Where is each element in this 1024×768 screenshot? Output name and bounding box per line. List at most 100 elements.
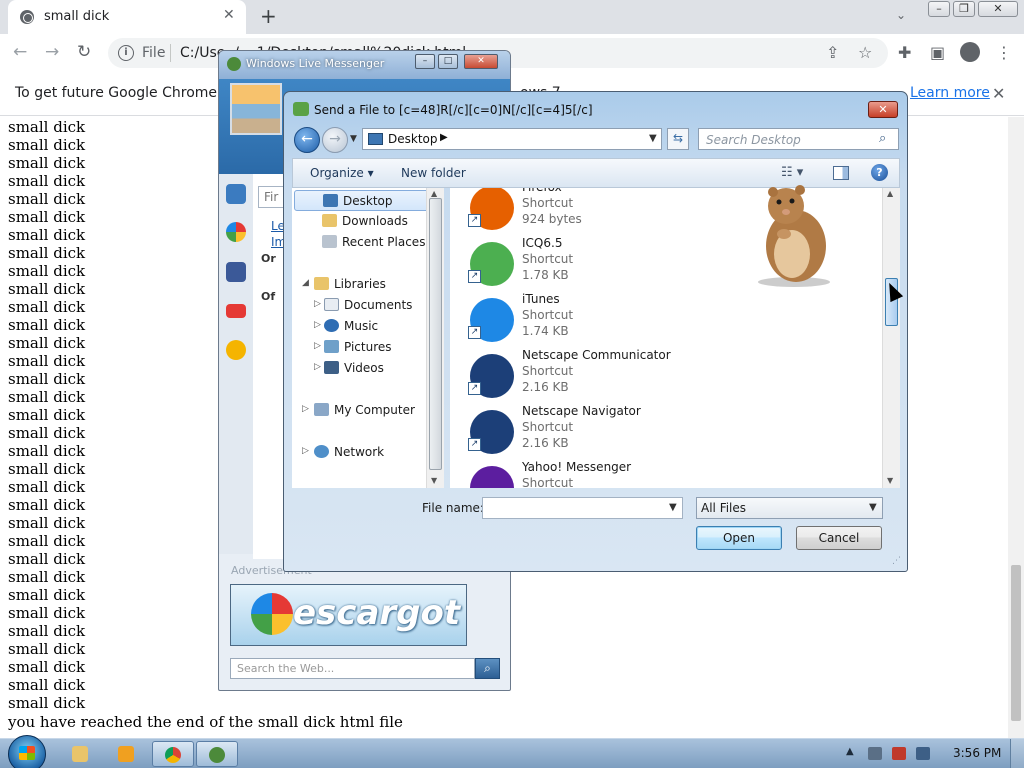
file-item[interactable]: ↗Yahoo! MessengerShortcut — [466, 460, 716, 488]
close-button[interactable]: ✕ — [464, 54, 498, 69]
scroll-down-arrow-icon[interactable]: ▼ — [887, 476, 893, 485]
nav-item-my-computer[interactable]: ▷ My Computer — [294, 400, 432, 421]
show-desktop-button[interactable] — [1010, 739, 1024, 768]
search-desktop-input[interactable]: Search Desktop ⌕ — [698, 128, 899, 150]
file-item[interactable]: ↗ Firefox Shortcut 924 bytes — [466, 188, 716, 232]
views-icon[interactable]: ☷ ▾ — [781, 165, 803, 180]
messenger-titlebar[interactable]: Windows Live Messenger – □ ✕ — [219, 51, 510, 79]
expand-arrow-icon[interactable]: ▷ — [302, 446, 309, 456]
help-icon[interactable]: ? — [871, 164, 888, 181]
chevron-down-icon[interactable]: ▼ — [649, 133, 657, 144]
new-tab-button[interactable]: + — [260, 4, 277, 28]
close-icon[interactable]: ✕ — [992, 84, 1005, 103]
back-arrow-icon[interactable]: ← — [13, 42, 27, 62]
scroll-down-arrow-icon[interactable]: ▼ — [431, 476, 437, 485]
file-item[interactable]: ↗ iTunes Shortcut 1.74 KB — [466, 292, 716, 344]
star-icon[interactable]: ☆ — [858, 43, 872, 62]
group-online[interactable]: Or — [261, 252, 276, 265]
open-button[interactable]: Open — [696, 526, 782, 550]
volume-icon[interactable] — [916, 747, 930, 760]
restore-button[interactable]: ❐ — [953, 1, 975, 17]
nav-item-downloads[interactable]: Downloads — [294, 211, 432, 232]
browser-tab[interactable]: small dick ✕ — [8, 0, 246, 34]
info-icon[interactable]: i — [118, 45, 134, 61]
expand-arrow-icon[interactable]: ◢ — [302, 278, 309, 288]
file-type-select[interactable]: All Files ▼ — [696, 497, 883, 519]
expand-arrow-icon[interactable]: ▷ — [314, 320, 321, 330]
expand-arrow-icon[interactable]: ▷ — [314, 362, 321, 372]
nav-item-documents[interactable]: ▷ Documents — [294, 295, 432, 316]
reload-icon[interactable]: ↻ — [77, 42, 91, 62]
navigation-scrollbar[interactable]: ▲ ▼ — [426, 188, 444, 488]
organize-button[interactable]: Organize ▾ — [310, 166, 374, 180]
dialog-titlebar[interactable]: Send a File to [c=48]R[/c][c=0]N[/c][c=4… — [284, 92, 907, 124]
navigation-scroll-thumb[interactable] — [429, 198, 442, 470]
nav-item-libraries[interactable]: ◢ Libraries — [294, 274, 432, 295]
minimize-button[interactable]: – — [415, 54, 435, 69]
nav-item-recent-places[interactable]: Recent Places — [294, 232, 432, 253]
nav-item-pictures[interactable]: ▷ Pictures — [294, 337, 432, 358]
cancel-button[interactable]: Cancel — [796, 526, 882, 550]
breadcrumb-desktop[interactable]: Desktop — [388, 132, 438, 146]
sun-icon[interactable] — [226, 340, 246, 360]
address-breadcrumb[interactable]: Desktop ▶ ▼ — [362, 128, 662, 150]
clock[interactable]: 3:56 PM — [953, 746, 1001, 760]
profile-avatar-icon[interactable] — [960, 42, 980, 62]
chevron-down-icon[interactable]: ▼ — [350, 134, 357, 144]
nav-item-music[interactable]: ▷ Music — [294, 316, 432, 337]
maximize-button[interactable]: □ — [438, 54, 458, 69]
close-icon[interactable]: ✕ — [223, 7, 235, 23]
preview-pane-icon[interactable] — [833, 166, 849, 180]
nav-item-desktop[interactable]: Desktop — [294, 190, 432, 211]
menu-icon[interactable]: ⋮ — [996, 43, 1012, 62]
taskbar-media-player[interactable] — [106, 741, 148, 767]
escargot-icon[interactable] — [226, 222, 246, 242]
search-icon[interactable]: ⌕ — [879, 131, 886, 146]
taskbar-chrome[interactable] — [152, 741, 194, 767]
expand-arrow-icon[interactable]: ▷ — [302, 404, 309, 414]
forward-arrow-icon[interactable]: → — [45, 42, 59, 62]
taskbar-messenger[interactable] — [196, 741, 238, 767]
learn-more-link[interactable]: Learn more — [910, 85, 990, 101]
back-arrow-icon[interactable]: ← — [294, 127, 320, 153]
contacts-icon[interactable] — [226, 184, 246, 204]
file-name-input[interactable]: ▼ — [482, 497, 683, 519]
share-icon[interactable]: ⇪ — [826, 43, 839, 62]
dialog-close-button[interactable]: ✕ — [868, 101, 898, 118]
page-scroll-thumb[interactable] — [1011, 565, 1021, 721]
taskbar-explorer[interactable] — [60, 741, 102, 767]
refresh-icon[interactable]: ⇆ — [667, 128, 689, 150]
ad-banner[interactable]: escargot — [230, 584, 467, 646]
expand-arrow-icon[interactable]: ▷ — [314, 299, 321, 309]
minimize-button[interactable]: – — [928, 1, 950, 17]
extensions-icon[interactable]: ✚ — [898, 43, 911, 62]
chevron-down-icon[interactable]: ▼ — [669, 502, 677, 513]
scroll-up-arrow-icon[interactable]: ▲ — [887, 189, 893, 198]
chevron-right-icon[interactable]: ▶ — [440, 132, 448, 143]
expand-arrow-icon[interactable]: ▷ — [314, 341, 321, 351]
file-item[interactable]: ↗ Netscape Navigator Shortcut 2.16 KB — [466, 404, 716, 456]
chevron-down-icon[interactable]: ⌄ — [896, 8, 906, 22]
side-panel-icon[interactable]: ▣ — [930, 43, 945, 62]
nav-item-videos[interactable]: ▷ Videos — [294, 358, 432, 379]
file-list-scrollbar[interactable]: ▲ ▼ — [882, 188, 900, 488]
scroll-up-arrow-icon[interactable]: ▲ — [431, 189, 437, 198]
window-close-button[interactable]: ✕ — [978, 1, 1018, 17]
facebook-icon[interactable] — [226, 262, 246, 282]
file-item[interactable]: ↗ ICQ6.5 Shortcut 1.78 KB — [466, 236, 716, 288]
display-picture[interactable] — [230, 83, 282, 135]
search-icon[interactable]: ⌕ — [475, 658, 500, 679]
new-folder-button[interactable]: New folder — [401, 166, 466, 180]
nav-item-network[interactable]: ▷ Network — [294, 442, 432, 463]
web-search-input[interactable]: Search the Web... — [230, 658, 475, 679]
show-hidden-icons-button[interactable]: ▲ — [846, 746, 854, 757]
forward-arrow-icon[interactable]: → — [322, 127, 348, 153]
network-tray-icon[interactable] — [868, 747, 882, 760]
action-center-icon[interactable] — [892, 747, 906, 760]
start-button[interactable] — [8, 735, 46, 768]
file-item[interactable]: ↗ Netscape Communicator Shortcut 2.16 KB — [466, 348, 716, 400]
group-offline[interactable]: Of — [261, 290, 275, 303]
resize-grip-icon[interactable]: ⋰ — [892, 556, 901, 566]
page-scrollbar[interactable] — [1008, 117, 1024, 738]
chevron-down-icon[interactable]: ▼ — [869, 502, 877, 513]
